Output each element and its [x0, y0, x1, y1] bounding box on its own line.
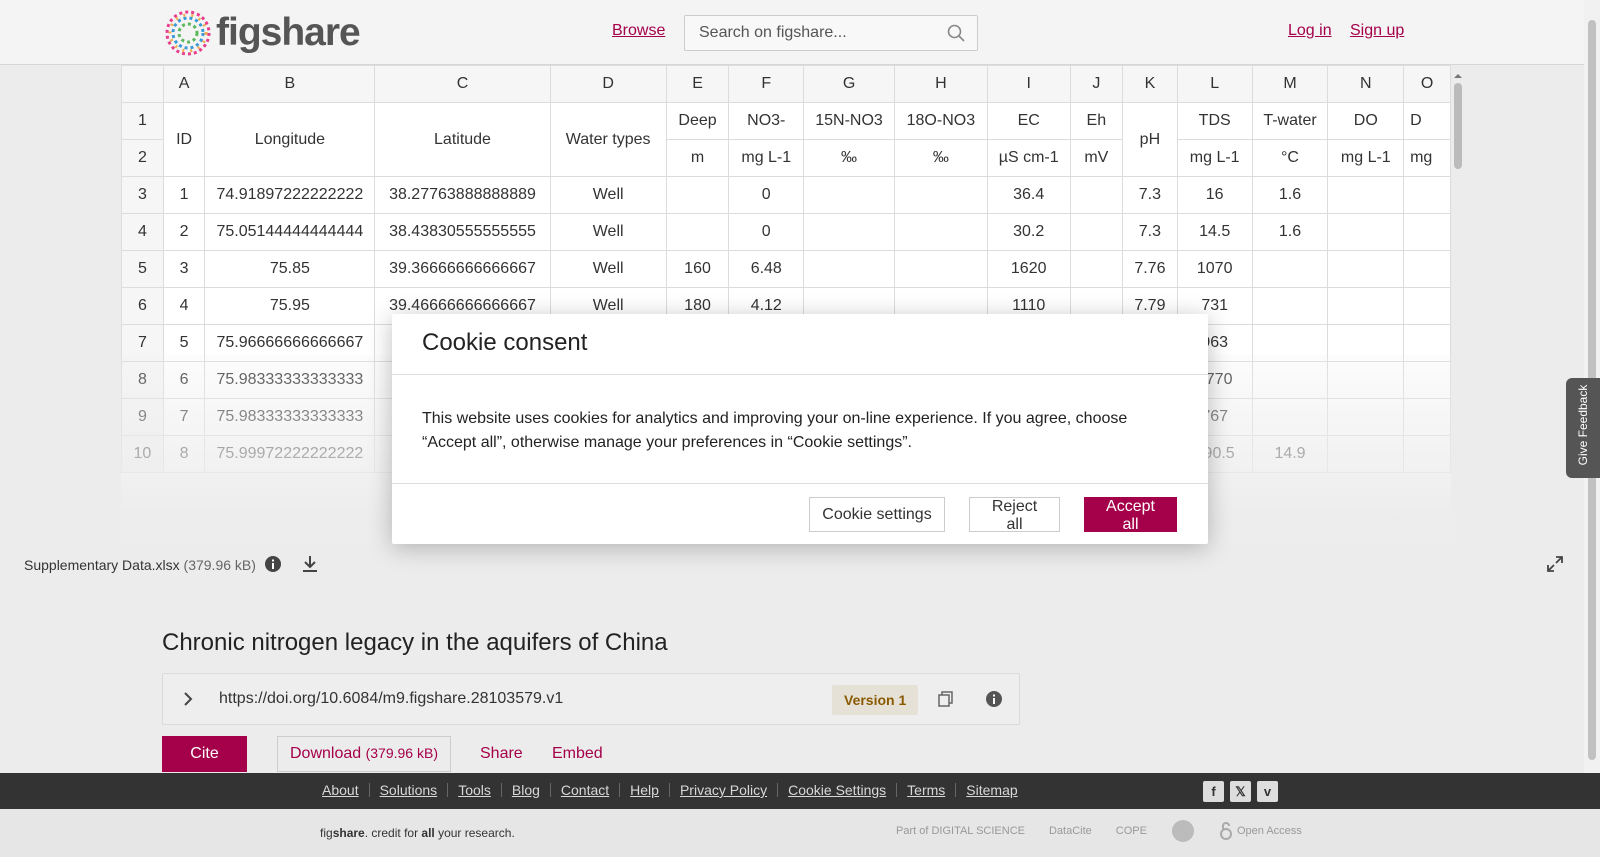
cookie-consent-dialog: Cookie consent This website uses cookies…	[392, 314, 1208, 544]
dialog-message: This website uses cookies for analytics …	[422, 410, 1128, 451]
dialog-body: This website uses cookies for analytics …	[392, 375, 1208, 484]
cookie-settings-button[interactable]: Cookie settings	[809, 497, 945, 532]
dialog-header: Cookie consent	[392, 314, 1208, 375]
accept-all-button[interactable]: Accept all	[1084, 497, 1177, 533]
modal-overlay: Cookie consent This website uses cookies…	[0, 0, 1584, 857]
reject-all-button[interactable]: Reject all	[969, 497, 1060, 533]
dialog-title: Cookie consent	[422, 329, 588, 356]
dialog-footer: Cookie settings Reject all Accept all	[392, 484, 1208, 543]
